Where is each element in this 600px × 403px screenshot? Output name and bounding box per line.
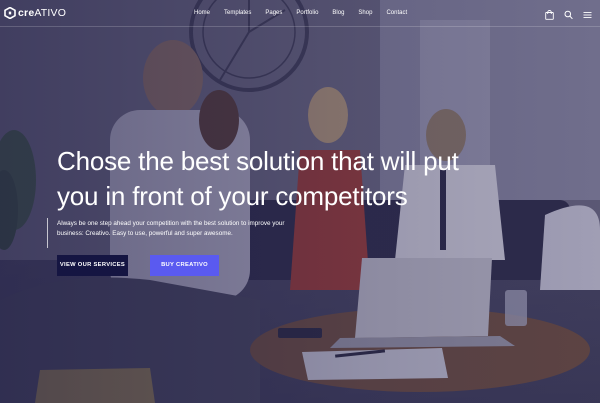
nav-item-templates[interactable]: Templates xyxy=(217,8,258,18)
shopping-bag-icon[interactable] xyxy=(545,7,554,20)
logo-mark-icon xyxy=(4,7,16,19)
nav-item-pages[interactable]: Pages xyxy=(258,8,289,18)
nav-item-home[interactable]: Home xyxy=(186,8,217,18)
nav-item-blog[interactable]: Blog xyxy=(325,8,351,18)
brand-name: creATIVO xyxy=(18,7,67,19)
nav-actions xyxy=(545,7,592,20)
nav-item-shop[interactable]: Shop xyxy=(351,8,379,18)
hero-subline-line-1: Always be one step ahead your competitio… xyxy=(57,220,285,227)
brand-logo[interactable]: creATIVO xyxy=(4,6,66,20)
subline-accent-bar xyxy=(47,218,48,248)
nav-item-portfolio[interactable]: Portfolio xyxy=(289,8,325,18)
main-menu: Home Templates Pages Portfolio Blog Shop… xyxy=(186,8,414,18)
search-icon[interactable] xyxy=(564,7,573,20)
hero-subline-line-2: business: Creativo. Easy to use, powerfu… xyxy=(57,230,233,237)
nav-item-contact[interactable]: Contact xyxy=(379,8,414,18)
view-services-button[interactable]: VIEW OUR SERVICES xyxy=(57,255,128,276)
hero-headline: Chose the best solution that will put yo… xyxy=(57,144,557,214)
hero-headline-line-1: Chose the best solution that will put xyxy=(57,146,459,176)
top-navigation: creATIVO Home Templates Pages Portfolio … xyxy=(0,0,600,27)
menu-icon[interactable] xyxy=(583,7,592,18)
hero-headline-line-2: you in front of your competitors xyxy=(57,181,408,211)
buy-creativo-button[interactable]: BUY CREATIVO xyxy=(150,255,219,276)
hero-subline: Always be one step ahead your competitio… xyxy=(57,219,297,239)
